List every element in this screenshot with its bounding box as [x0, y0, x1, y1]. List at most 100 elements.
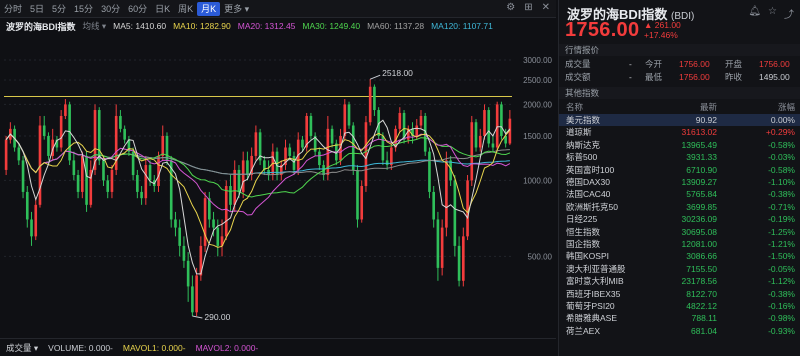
- close-icon[interactable]: ✕: [542, 2, 550, 13]
- tab-15min[interactable]: 15分: [70, 2, 97, 16]
- candle-body: [161, 135, 165, 156]
- tab-5day[interactable]: 5日: [26, 2, 48, 16]
- index-row[interactable]: 美元指数 90.92 0.00%: [559, 114, 800, 127]
- mavol2-label: MAVOL2: 0.000-: [195, 342, 259, 353]
- indices-table-header: 名称 最新 涨幅: [559, 101, 800, 113]
- candle-body: [140, 191, 143, 199]
- index-row[interactable]: 纳斯达克 13965.49 -0.58%: [559, 139, 800, 151]
- candle-body: [466, 180, 469, 237]
- tab-30min[interactable]: 30分: [97, 2, 124, 16]
- index-last: 30236.09: [681, 214, 717, 225]
- settings-icon[interactable]: ⚙: [506, 2, 515, 13]
- kline-svg[interactable]: 3000.00 2500.00 2000.00 1500.00 1000.00 500.0…: [0, 34, 556, 334]
- col-last: 最新: [699, 102, 717, 112]
- index-change: -0.58%: [768, 139, 795, 150]
- star-icon[interactable]: ☆: [768, 6, 777, 21]
- index-row[interactable]: 日经225 30236.09 -0.19%: [559, 213, 800, 225]
- candle-body: [144, 165, 148, 199]
- index-last: 7155.50: [686, 263, 717, 274]
- index-row[interactable]: 欧洲斯托克50 3699.85 -0.71%: [559, 201, 800, 213]
- index-row[interactable]: 荷兰AEX 681.04 -0.93%: [559, 325, 800, 337]
- index-last: 681.04: [691, 325, 717, 336]
- tab-5min[interactable]: 5分: [48, 2, 70, 16]
- index-row[interactable]: 葡萄牙PSI20 4822.12 -0.16%: [559, 300, 800, 312]
- candle-body: [495, 104, 499, 148]
- toolbar-actions: ⚙ ⊞ ✕: [506, 2, 550, 13]
- candle-body: [373, 86, 376, 111]
- mavol1-label: MAVOL1: 0.000-: [122, 342, 186, 353]
- candle-body: [301, 139, 304, 148]
- more-menu[interactable]: 更多 ▾: [220, 2, 253, 16]
- tab-weekly-k[interactable]: 周K: [174, 2, 197, 16]
- tab-60min[interactable]: 60分: [124, 2, 151, 16]
- candle-body: [233, 169, 237, 205]
- y-tick-label: 3000.00: [523, 56, 552, 65]
- index-row[interactable]: 澳大利亚普通股 7155.50 -0.05%: [559, 263, 800, 275]
- index-last: 6710.90: [686, 164, 717, 175]
- indicator-row: 波罗的海BDI指数 均线 ▾ MA5: 1410.60 MA10: 1282.9…: [0, 18, 556, 34]
- index-name: 美元指数: [566, 115, 601, 125]
- index-name: 西班牙IBEX35: [566, 288, 621, 299]
- tab-timeshare[interactable]: 分时: [0, 2, 26, 16]
- index-last: 12081.00: [681, 239, 717, 249]
- tab-daily-k[interactable]: 日K: [151, 2, 174, 16]
- index-row[interactable]: 国企指数 12081.00 -1.21%: [559, 238, 800, 250]
- index-row[interactable]: 标普500 3931.33 -0.03%: [559, 151, 800, 163]
- candle-body: [356, 169, 359, 220]
- candle-body: [224, 185, 228, 237]
- index-last: 3086.66: [686, 251, 717, 262]
- index-row[interactable]: 韩国KOSPI 3086.66 -1.50%: [559, 250, 800, 262]
- volume-title[interactable]: 成交量 ▾: [6, 342, 38, 354]
- candle-body: [474, 122, 478, 148]
- last-price: 1756.00: [565, 19, 640, 41]
- index-change: -0.58%: [768, 164, 795, 175]
- candle-body: [85, 155, 88, 205]
- index-row[interactable]: 德国DAX30 13909.27 -1.10%: [559, 176, 800, 188]
- index-row[interactable]: 西班牙IBEX35 8122.70 -0.38%: [559, 288, 800, 300]
- change-percent: +17.46%: [644, 30, 678, 40]
- more-label: 更多: [224, 3, 243, 14]
- ma-mode-label: 均线: [82, 21, 100, 31]
- ma-mode-select[interactable]: 均线 ▾: [83, 20, 107, 32]
- index-name: 欧洲斯托克50: [566, 201, 618, 212]
- grid-icon[interactable]: ⊞: [524, 2, 532, 13]
- candle-body: [470, 122, 474, 181]
- candle-body: [59, 115, 63, 148]
- index-name: 国企指数: [566, 239, 601, 249]
- y-tick-label: 1000.00: [523, 176, 552, 185]
- index-name: 道琼斯: [566, 127, 592, 138]
- kline-chart[interactable]: 3000.00 2500.00 2000.00 1500.00 1000.00 500.0…: [0, 34, 556, 334]
- candle-body: [368, 86, 372, 123]
- index-name: 富时意大利MIB: [566, 276, 624, 287]
- candle-body: [385, 160, 389, 166]
- share-icon[interactable]: ⤴: [784, 6, 794, 21]
- index-row[interactable]: 富时意大利MIB 23178.56 -1.12%: [559, 275, 800, 287]
- index-row[interactable]: 法国CAC40 5765.84 -0.38%: [559, 188, 800, 200]
- col-change: 涨幅: [777, 102, 795, 112]
- index-row[interactable]: 道琼斯 31613.02 +0.29%: [559, 126, 800, 138]
- candle-body: [106, 180, 110, 192]
- panel-actions: 🔔︎ ☆ ⤴: [748, 6, 794, 21]
- index-change: -0.03%: [768, 152, 795, 163]
- tab-monthly-k[interactable]: 月K: [197, 1, 221, 16]
- quote-label: 开盘: [725, 59, 743, 69]
- index-change: 0.00%: [770, 115, 795, 125]
- candle-body: [148, 165, 152, 181]
- index-row[interactable]: 英国富时100 6710.90 -0.58%: [559, 164, 800, 176]
- candle-body: [34, 204, 38, 237]
- index-row[interactable]: 希腊雅典ASE 788.11 -0.98%: [559, 312, 800, 324]
- volume-title-label: 成交量: [6, 342, 32, 353]
- candle-body: [174, 219, 177, 228]
- quote-value: 1756.00: [759, 59, 790, 69]
- index-name: 英国富时100: [566, 164, 615, 175]
- index-name: 恒生指数: [566, 226, 601, 237]
- index-row[interactable]: 恒生指数 30695.08 -1.25%: [559, 226, 800, 238]
- candle-body: [216, 227, 220, 246]
- index-change: -1.21%: [768, 239, 795, 249]
- bell-icon[interactable]: 🔔︎: [748, 6, 761, 21]
- candle-body: [343, 104, 347, 136]
- candle-body: [76, 175, 80, 192]
- y-tick-label: 500.00: [528, 252, 553, 261]
- candle-body: [186, 260, 190, 287]
- index-last: 3699.85: [686, 201, 717, 212]
